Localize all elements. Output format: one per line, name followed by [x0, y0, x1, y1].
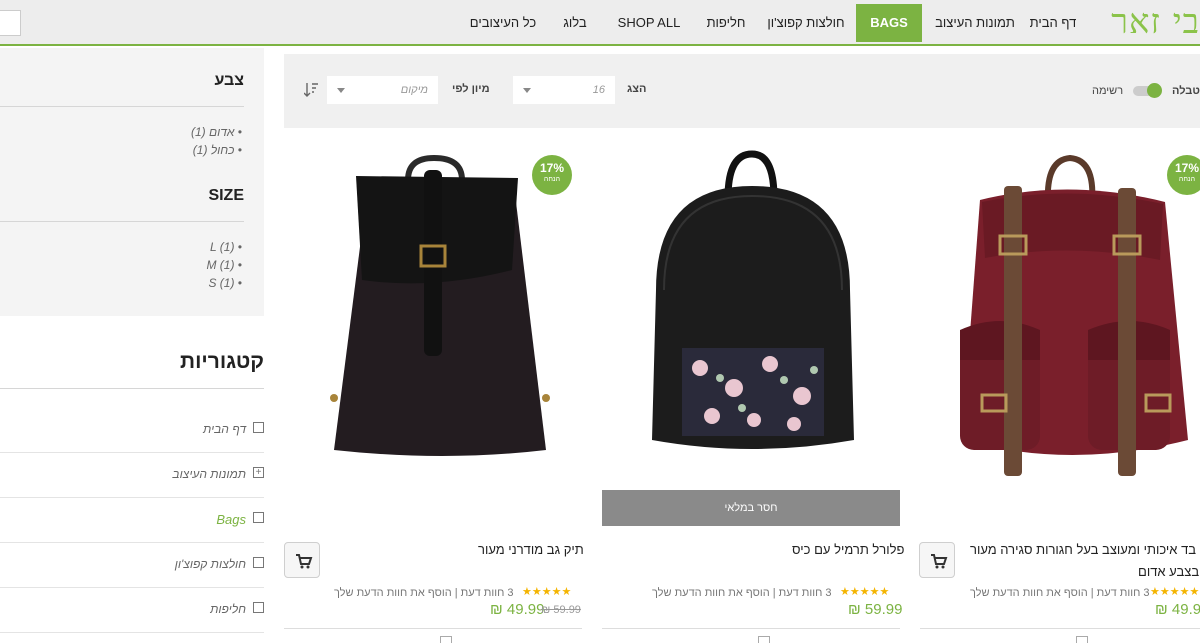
category-label: דף הבית: [202, 422, 246, 436]
product-image-black-backpack[interactable]: [284, 140, 584, 500]
add-to-cart-button[interactable]: [284, 542, 320, 578]
search-input[interactable]: [0, 10, 21, 36]
discount-badge: 17% הנחה: [1167, 155, 1200, 195]
product-price: ₪ 49.99: [1155, 601, 1200, 618]
view-list-label[interactable]: רשימה: [1092, 85, 1123, 97]
filter-title-size: SIZE: [208, 187, 244, 204]
category-checkbox[interactable]: [253, 512, 264, 523]
category-label: חולצות קפוצ'ון: [174, 557, 246, 571]
divider: [0, 388, 264, 389]
category-label: חליפות: [210, 602, 246, 616]
product-title[interactable]: תיק גב מודרני מעור: [478, 542, 584, 557]
filter-option-red[interactable]: • אדום (1): [191, 125, 242, 139]
chevron-down-icon: [337, 88, 345, 93]
nav-item-design-images[interactable]: תמונות העיצוב: [930, 0, 1020, 46]
product-actions-row: [602, 628, 900, 643]
discount-percent: 17%: [1174, 161, 1200, 175]
top-nav-bar: כל העיצובים בלוג SHOP ALL חליפות חולצות …: [0, 0, 1200, 46]
product-image-red-backpack[interactable]: [920, 140, 1200, 500]
filter-option-size-s[interactable]: S (1) •: [208, 276, 242, 290]
filter-option-size-l[interactable]: L (1) •: [210, 240, 242, 254]
reviews-link[interactable]: 3 חוות דעת | הוסף את חוות הדעת שלך: [334, 587, 514, 599]
add-to-cart-button[interactable]: [919, 542, 955, 578]
rating-stars: ★★★★★: [840, 586, 890, 598]
cart-icon: [296, 554, 313, 569]
chevron-down-icon: [523, 88, 531, 93]
category-item-bags[interactable]: Bags: [0, 498, 264, 543]
sort-value: מיקום: [400, 84, 428, 96]
nav-item-suits[interactable]: חליפות: [700, 0, 752, 46]
product-price: ₪ 59.99: [848, 601, 903, 618]
filter-option-size-m[interactable]: M (1) •: [206, 258, 242, 272]
compare-icon[interactable]: [758, 636, 770, 643]
divider: [0, 221, 244, 222]
floral-backpack-illustration: [652, 150, 854, 449]
product-actions-row: [284, 628, 582, 643]
product-title-line2[interactable]: בצבע אדום: [1138, 564, 1199, 579]
cart-icon: [931, 554, 948, 569]
reviews-link[interactable]: 3 חוות דעת | הוסף את חוות הדעת שלך: [970, 587, 1150, 599]
toggle-knob: [1147, 83, 1162, 98]
view-table-label[interactable]: טבלה: [1172, 85, 1200, 97]
discount-label: הנחה: [1178, 176, 1196, 183]
product-image-floral-backpack[interactable]: [602, 140, 900, 490]
category-checkbox[interactable]: [253, 557, 264, 568]
category-label: Bags: [216, 512, 246, 527]
discount-badge: 17% הנחה: [532, 155, 572, 195]
view-toggle[interactable]: [1133, 83, 1162, 98]
show-label: הצג: [627, 83, 647, 95]
site-logo[interactable]: בי זאר: [1108, 2, 1200, 42]
product-price: ₪ 49.99: [490, 601, 545, 618]
category-item-home[interactable]: דף הבית: [0, 408, 264, 453]
nav-item-blog[interactable]: בלוג: [552, 0, 598, 46]
discount-label: הנחה: [543, 176, 561, 183]
product-actions-row: [920, 628, 1200, 643]
categories-title: קטגוריות: [180, 350, 264, 373]
nav-item-home[interactable]: דף הבית: [1024, 0, 1082, 46]
rating-stars: ★★★★★: [1150, 586, 1200, 598]
category-item-hoodies[interactable]: חולצות קפוצ'ון: [0, 543, 264, 588]
reviews-link[interactable]: 3 חוות דעת | הוסף את חוות הדעת שלך: [652, 587, 832, 599]
page-size-value: 16: [592, 84, 605, 96]
filter-title-color: צבע: [214, 72, 244, 89]
filter-option-blue[interactable]: • כחול (1): [193, 143, 242, 157]
sort-select[interactable]: מיקום: [327, 76, 438, 104]
category-checkbox[interactable]: [253, 422, 264, 433]
product-title[interactable]: פלורל תרמיל עם כיס: [792, 542, 904, 557]
black-backpack-illustration: [330, 154, 550, 456]
category-label: תמונות העיצוב: [172, 467, 246, 481]
category-checkbox[interactable]: [253, 602, 264, 613]
old-price: ₪ 59.99: [541, 604, 581, 616]
nav-item-bags[interactable]: BAGS: [856, 4, 922, 42]
rating-stars: ★★★★★: [522, 586, 572, 598]
sort-label: מיון לפי: [452, 83, 490, 95]
sort-direction-icon[interactable]: [304, 82, 318, 98]
red-backpack-illustration: [960, 154, 1188, 476]
product-title[interactable]: תיק גב בד איכותי ומעוצב בעל חגורות סגירה…: [970, 542, 1200, 557]
nav-item-hoodies[interactable]: חולצות קפוצ'ון: [764, 0, 848, 46]
compare-icon[interactable]: [440, 636, 452, 643]
nav-item-all-designs[interactable]: כל העיצובים: [466, 0, 540, 46]
expand-plus-icon[interactable]: +: [253, 467, 264, 478]
category-item-design-images[interactable]: + תמונות העיצוב: [0, 453, 264, 498]
page-size-select[interactable]: 16: [513, 76, 615, 104]
out-of-stock-bar: חסר במלאי: [602, 490, 900, 526]
divider: [0, 106, 244, 107]
discount-percent: 17%: [539, 161, 565, 175]
compare-icon[interactable]: [1076, 636, 1088, 643]
nav-item-shop-all[interactable]: SHOP ALL: [610, 0, 688, 46]
category-item-suits[interactable]: חליפות: [0, 588, 264, 633]
